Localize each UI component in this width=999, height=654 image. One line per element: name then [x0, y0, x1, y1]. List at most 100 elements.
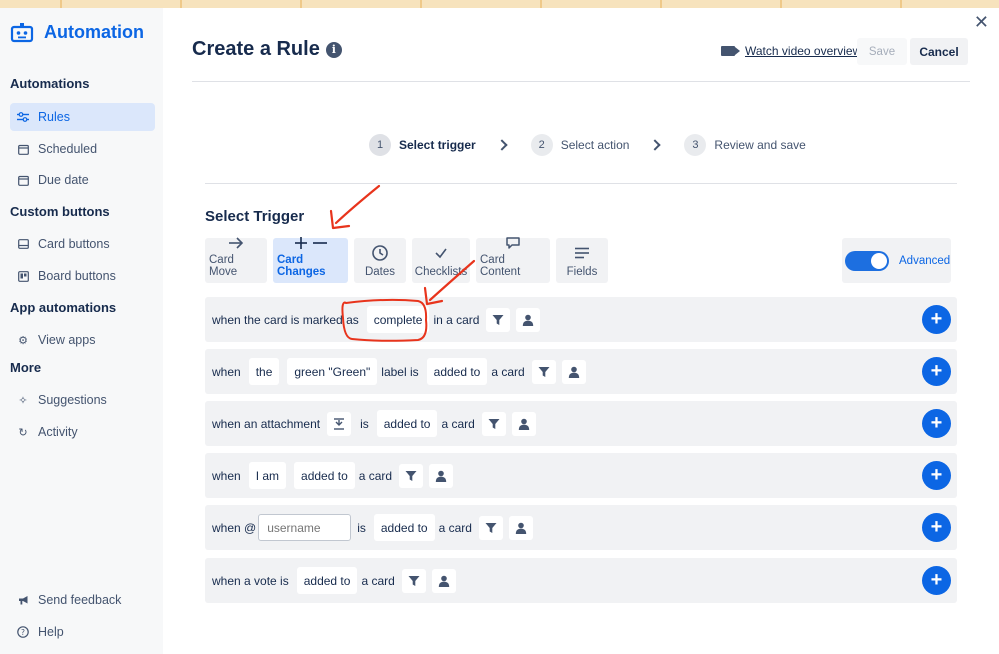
section-heading-automations: Automations	[10, 76, 90, 91]
robot-icon	[10, 22, 34, 42]
sidebar-item-card-buttons[interactable]: Card buttons	[10, 230, 155, 258]
watch-video-link[interactable]: Watch video overview	[721, 44, 861, 58]
person-icon[interactable]	[516, 307, 541, 332]
trigger-row-vote-added: when a vote is added to a card +	[205, 558, 957, 603]
add-trigger-button[interactable]: +	[922, 305, 951, 334]
tab-dates[interactable]: Dates	[354, 238, 406, 283]
trigger-tabs: Card Move Card Changes Dates Checklists …	[205, 236, 608, 283]
sidebar-item-send-feedback[interactable]: Send feedback	[10, 586, 155, 614]
cancel-button[interactable]: Cancel	[910, 38, 968, 65]
svg-text:?: ?	[21, 628, 25, 637]
filter-icon[interactable]	[401, 568, 426, 593]
article-dropdown[interactable]: the	[248, 358, 280, 385]
divider	[192, 81, 970, 82]
action-dropdown[interactable]: added to	[376, 410, 438, 437]
background-strip	[0, 0, 999, 8]
gear-icon: ⚙	[18, 334, 28, 347]
refresh-icon: ↻	[18, 426, 28, 439]
tab-checklists[interactable]: Checklists	[412, 238, 470, 283]
sidebar-item-help[interactable]: ? Help	[10, 618, 155, 646]
trigger-row-marked-complete: when the card is marked as complete in a…	[205, 297, 957, 342]
save-button[interactable]: Save	[857, 38, 907, 65]
step-indicator: 1 Select trigger 2 Select action 3 Revie…	[369, 134, 806, 156]
step-select-action: 2 Select action	[530, 134, 629, 156]
sidebar: Automation Automations Rules Scheduled D…	[0, 8, 163, 654]
sidebar-item-scheduled[interactable]: Scheduled	[10, 135, 155, 163]
sidebar-item-label: Help	[38, 625, 64, 639]
add-trigger-button[interactable]: +	[922, 357, 951, 386]
select-trigger-heading: Select Trigger	[205, 208, 305, 225]
person-icon[interactable]	[508, 515, 533, 540]
filter-icon[interactable]	[486, 307, 511, 332]
lines-icon	[574, 244, 590, 262]
comment-icon	[505, 236, 521, 250]
tab-card-move[interactable]: Card Move	[205, 236, 267, 283]
arrow-right-icon	[228, 236, 244, 250]
sidebar-item-label: Rules	[38, 110, 70, 124]
megaphone-icon	[16, 593, 30, 607]
sidebar-item-label: Suggestions	[38, 393, 107, 407]
divider	[205, 183, 957, 184]
filter-icon[interactable]	[399, 463, 424, 488]
trigger-row-member-added: when I am added to a card +	[205, 453, 957, 498]
close-icon[interactable]: ✕	[974, 12, 989, 33]
sidebar-item-label: Send feedback	[38, 593, 122, 607]
add-trigger-button[interactable]: +	[922, 513, 951, 542]
clock-icon	[372, 244, 388, 262]
sliders-icon	[16, 110, 30, 124]
sidebar-item-label: Activity	[38, 425, 78, 439]
sidebar-item-board-buttons[interactable]: Board buttons	[10, 262, 155, 290]
board-icon	[16, 269, 30, 283]
filter-icon[interactable]	[481, 411, 506, 436]
section-heading-app-automations: App automations	[10, 300, 117, 315]
section-heading-more: More	[10, 360, 42, 375]
add-trigger-button[interactable]: +	[922, 409, 951, 438]
filter-icon[interactable]	[531, 359, 556, 384]
action-dropdown[interactable]: added to	[296, 567, 358, 594]
trigger-row-mention-added: when @ is added to a card +	[205, 505, 957, 550]
status-dropdown[interactable]: complete	[366, 306, 430, 333]
info-icon[interactable]: i	[325, 41, 342, 58]
tab-card-content[interactable]: Card Content	[476, 236, 550, 283]
checkmark-icon	[434, 244, 448, 262]
sidebar-item-due-date[interactable]: Due date	[10, 166, 155, 194]
person-icon[interactable]	[511, 411, 536, 436]
attachment-type-icon[interactable]	[327, 411, 352, 436]
member-dropdown[interactable]: I am	[248, 462, 287, 489]
chevron-right-icon	[496, 139, 508, 151]
person-icon[interactable]	[431, 568, 456, 593]
advanced-toggle[interactable]	[845, 250, 889, 271]
action-dropdown[interactable]: added to	[294, 462, 355, 489]
trigger-row-attachment-added: when an attachment is added to a card +	[205, 401, 957, 446]
card-icon	[16, 237, 30, 251]
person-icon[interactable]	[561, 359, 586, 384]
sparkle-icon: ✧	[18, 394, 28, 407]
sidebar-item-label: Card buttons	[38, 237, 110, 251]
advanced-toggle-container: Advanced	[842, 238, 951, 283]
video-camera-icon	[721, 46, 740, 56]
chevron-right-icon	[649, 139, 662, 151]
person-icon[interactable]	[429, 463, 454, 488]
sidebar-item-suggestions[interactable]: ✧ Suggestions	[10, 386, 155, 414]
add-trigger-button[interactable]: +	[922, 461, 951, 490]
filter-icon[interactable]	[478, 515, 503, 540]
plus-minus-icon	[294, 236, 328, 250]
add-trigger-button[interactable]: +	[922, 566, 951, 595]
sidebar-item-view-apps[interactable]: ⚙ View apps	[10, 326, 155, 354]
step-select-trigger: 1 Select trigger	[369, 134, 476, 156]
sidebar-item-label: Due date	[38, 173, 89, 187]
tab-fields[interactable]: Fields	[556, 238, 608, 283]
action-dropdown[interactable]: added to	[373, 514, 435, 541]
advanced-label: Advanced	[899, 254, 951, 267]
sidebar-brand: Automation	[10, 22, 144, 43]
page-title: Create a Rule i	[192, 38, 342, 61]
calendar-icon	[16, 142, 30, 156]
sidebar-item-activity[interactable]: ↻ Activity	[10, 418, 155, 446]
tab-card-changes[interactable]: Card Changes	[273, 236, 348, 283]
label-dropdown[interactable]: green "Green"	[287, 358, 378, 385]
calendar-icon	[16, 173, 30, 187]
username-input[interactable]	[258, 514, 352, 541]
action-dropdown[interactable]: added to	[426, 358, 488, 385]
trigger-row-label-added: when the green "Green" label is added to…	[205, 349, 957, 394]
sidebar-item-rules[interactable]: Rules	[10, 103, 155, 131]
